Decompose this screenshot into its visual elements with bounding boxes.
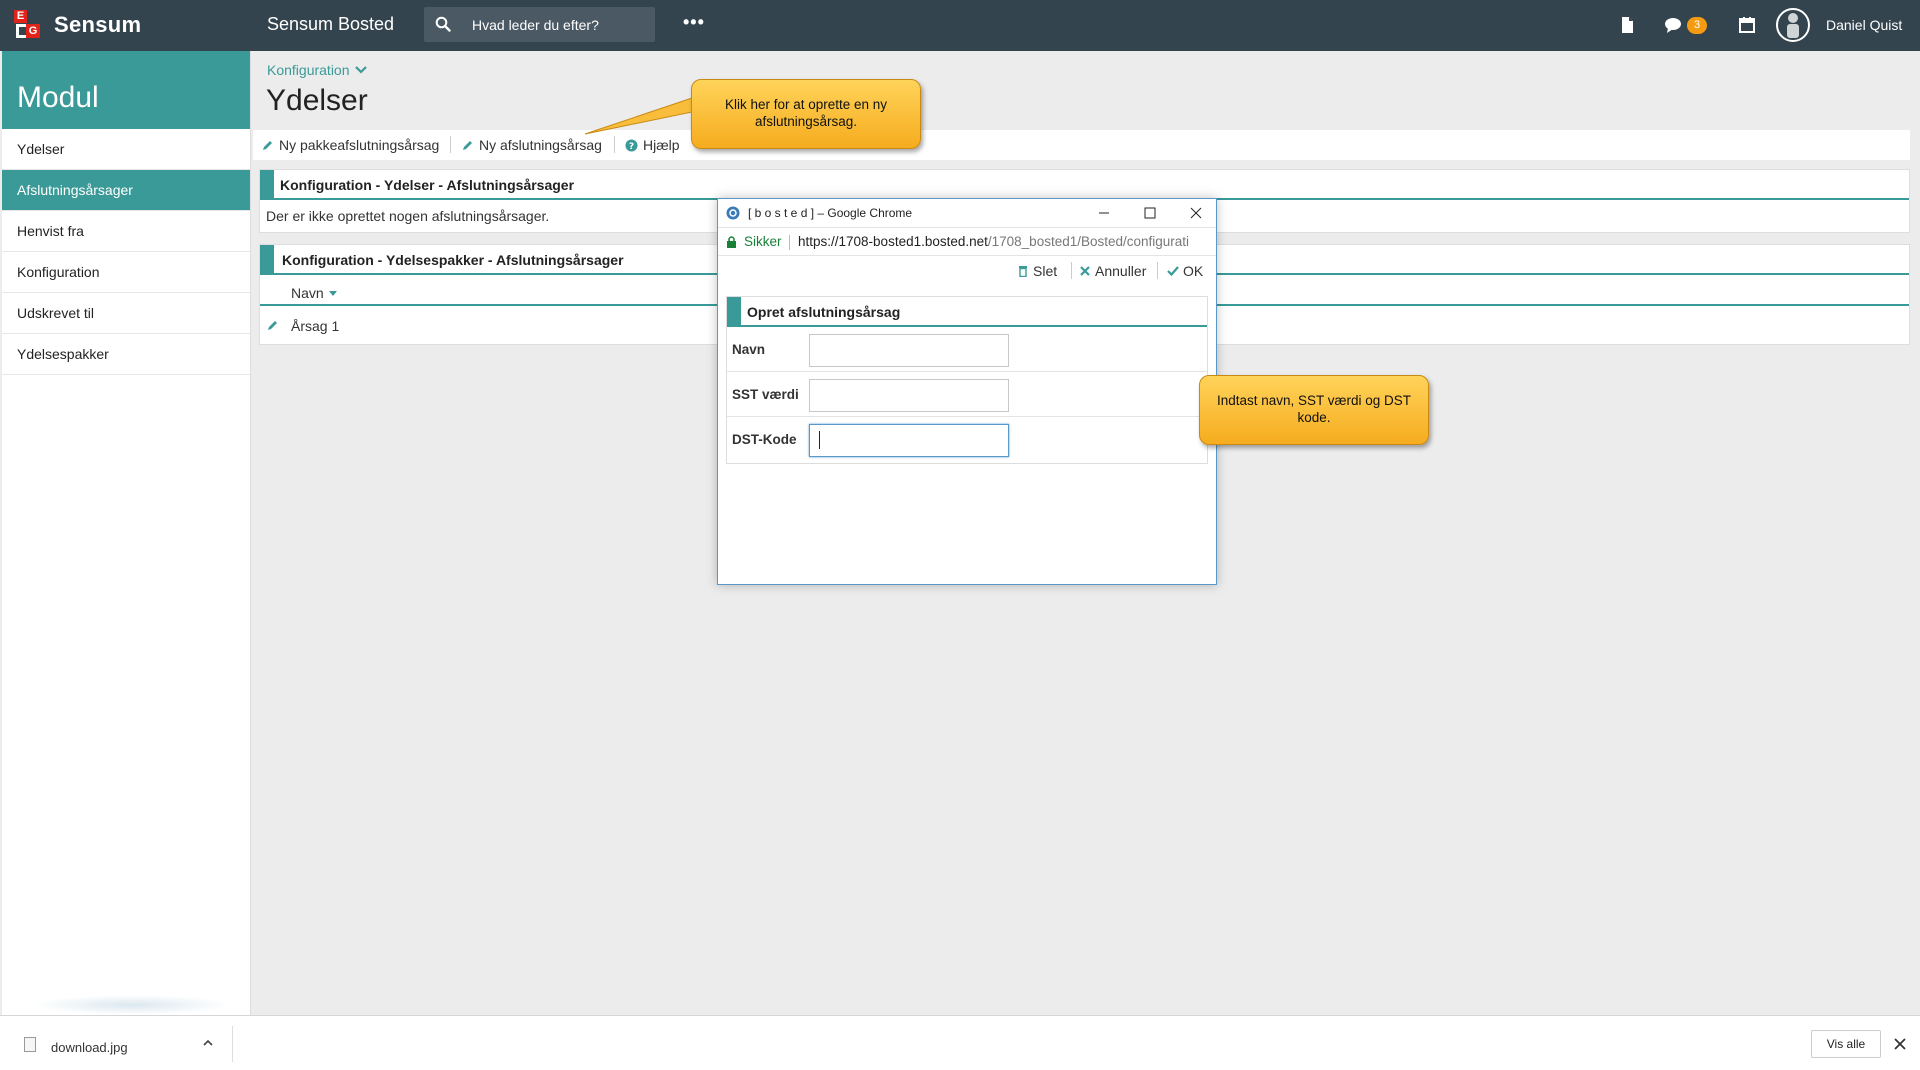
new-reason-label: Ny afslutningsårsag	[479, 137, 602, 153]
sidebar-item-ydelsespakker[interactable]: Ydelsespakker	[2, 334, 250, 375]
secure-label: Sikker	[744, 234, 782, 249]
navn-label: Navn	[732, 342, 766, 357]
sidebar-glow	[32, 995, 232, 1015]
reasons-panel-title: Konfiguration - Ydelser - Afslutningsårs…	[260, 170, 1909, 200]
more-menu-icon[interactable]: •••	[683, 12, 705, 33]
svg-text:?: ?	[629, 142, 634, 152]
dst-label: DST-Kode	[732, 432, 797, 447]
sidebar-item-ydelser[interactable]: Ydelser	[2, 129, 250, 170]
popup-window: [ b o s t e d ] – Google Chrome Sikker h…	[717, 198, 1217, 585]
popup-address-bar[interactable]: Sikker https://1708-bosted1.bosted.net/1…	[718, 227, 1216, 256]
notification-badge[interactable]: 3	[1687, 17, 1707, 34]
popup-title-bar: [ b o s t e d ] – Google Chrome	[718, 199, 1216, 227]
breadcrumb-label: Konfiguration	[267, 62, 350, 78]
popup-window-title: [ b o s t e d ] – Google Chrome	[748, 206, 913, 220]
url-host: https://1708-bosted1.bosted.net	[798, 234, 988, 249]
ok-label: OK	[1183, 263, 1204, 279]
site-favicon-icon	[726, 206, 740, 220]
url-text[interactable]: https://1708-bosted1.bosted.net/1708_bos…	[798, 234, 1208, 249]
logo-letter-e: E	[14, 10, 27, 23]
toolbar-divider	[614, 136, 615, 153]
x-icon	[1080, 266, 1090, 276]
page-title: Ydelser	[266, 84, 368, 117]
sidebar-item-konfiguration[interactable]: Konfiguration	[2, 252, 250, 293]
action-toolbar: Ny pakkeafslutningsårsag Ny afslutningså…	[253, 130, 1910, 160]
create-reason-form: Opret afslutningsårsag Navn SST værdi DS…	[726, 296, 1208, 464]
toolbar-divider	[450, 136, 451, 153]
app-title[interactable]: Sensum Bosted	[267, 14, 394, 35]
logo[interactable]: E G Sensum	[14, 10, 141, 40]
form-row-navn: Navn	[727, 327, 1207, 372]
url-divider	[789, 235, 790, 250]
lock-icon	[727, 236, 736, 248]
download-bar: download.jpg Vis alle	[0, 1015, 1920, 1070]
close-icon[interactable]	[1186, 203, 1206, 223]
avatar[interactable]	[1776, 8, 1810, 42]
help-button[interactable]: ? Hjælp	[625, 137, 680, 153]
popup-toolbar-divider	[1071, 262, 1072, 279]
help-label: Hjælp	[643, 137, 680, 153]
sst-value-field[interactable]	[809, 379, 1009, 412]
sst-label: SST værdi	[732, 387, 799, 402]
popup-toolbar-divider	[1157, 262, 1158, 279]
dst-code-field[interactable]	[809, 424, 1009, 457]
eg-logo-icon: E G	[14, 10, 42, 40]
pencil-icon	[463, 140, 472, 150]
chevron-down-icon	[355, 66, 368, 74]
delete-label: Slet	[1033, 263, 1058, 279]
sidebar-title: Modul	[2, 51, 250, 129]
form-row-dst: DST-Kode	[727, 417, 1207, 462]
create-reason-callout: Klik her for at oprette en ny afslutning…	[691, 79, 921, 149]
new-reason-button[interactable]: Ny afslutningsårsag	[461, 137, 602, 153]
maximize-icon[interactable]	[1140, 203, 1160, 223]
minimize-icon[interactable]	[1094, 203, 1114, 223]
edit-pencil-icon[interactable]	[266, 319, 279, 332]
file-icon	[24, 1037, 36, 1052]
calendar-icon[interactable]	[1738, 16, 1756, 34]
cancel-label: Annuller	[1095, 263, 1147, 279]
download-file-name[interactable]: download.jpg	[51, 1040, 128, 1055]
pencil-icon	[263, 140, 272, 150]
help-icon: ?	[625, 139, 638, 152]
sidebar: Modul Ydelser Afslutningsårsager Henvist…	[2, 51, 251, 1015]
new-package-reason-label: Ny pakkeafslutningsårsag	[279, 137, 440, 153]
logo-bar	[16, 24, 26, 38]
search-input[interactable]	[472, 15, 647, 35]
form-row-sst: SST værdi	[727, 372, 1207, 417]
navn-field[interactable]	[809, 334, 1009, 367]
sort-down-icon	[328, 291, 337, 296]
breadcrumb[interactable]: Konfiguration	[267, 62, 368, 78]
sidebar-item-henvist-fra[interactable]: Henvist fra	[2, 211, 250, 252]
user-silhouette-icon	[1787, 13, 1799, 38]
url-path: /1708_bosted1/Bosted/configurati	[987, 234, 1190, 249]
chat-icon[interactable]	[1664, 16, 1682, 34]
row-name: Årsag 1	[291, 317, 340, 334]
document-icon[interactable]	[1618, 16, 1636, 34]
ok-button[interactable]: OK	[1167, 263, 1203, 279]
search-icon	[435, 16, 451, 32]
close-icon[interactable]	[1892, 1036, 1908, 1052]
search-box[interactable]	[424, 7, 655, 42]
show-all-button[interactable]: Vis alle	[1811, 1030, 1881, 1058]
form-title: Opret afslutningsårsag	[727, 297, 1207, 327]
popup-toolbar: Slet Annuller OK	[718, 256, 1216, 285]
logo-text: Sensum	[54, 12, 142, 37]
sidebar-item-afslutningsarsager[interactable]: Afslutningsårsager	[2, 170, 250, 211]
download-divider	[232, 1026, 233, 1062]
chevron-up-icon[interactable]	[201, 1036, 215, 1050]
enter-values-callout: Indtast navn, SST værdi og DST kode.	[1199, 375, 1429, 445]
checkmark-icon	[1167, 266, 1179, 277]
delete-button[interactable]: Slet	[1017, 263, 1057, 279]
cancel-button[interactable]: Annuller	[1079, 263, 1146, 279]
trash-icon	[1019, 266, 1027, 277]
text-caret	[819, 431, 820, 449]
column-header-label: Navn	[291, 285, 324, 301]
user-name[interactable]: Daniel Quist	[1826, 17, 1902, 33]
top-bar: E G Sensum Sensum Bosted ••• 3 Daniel Qu…	[0, 0, 1920, 51]
logo-letter-g: G	[26, 24, 40, 38]
new-package-reason-button[interactable]: Ny pakkeafslutningsårsag	[261, 137, 439, 153]
sidebar-item-udskrevet-til[interactable]: Udskrevet til	[2, 293, 250, 334]
